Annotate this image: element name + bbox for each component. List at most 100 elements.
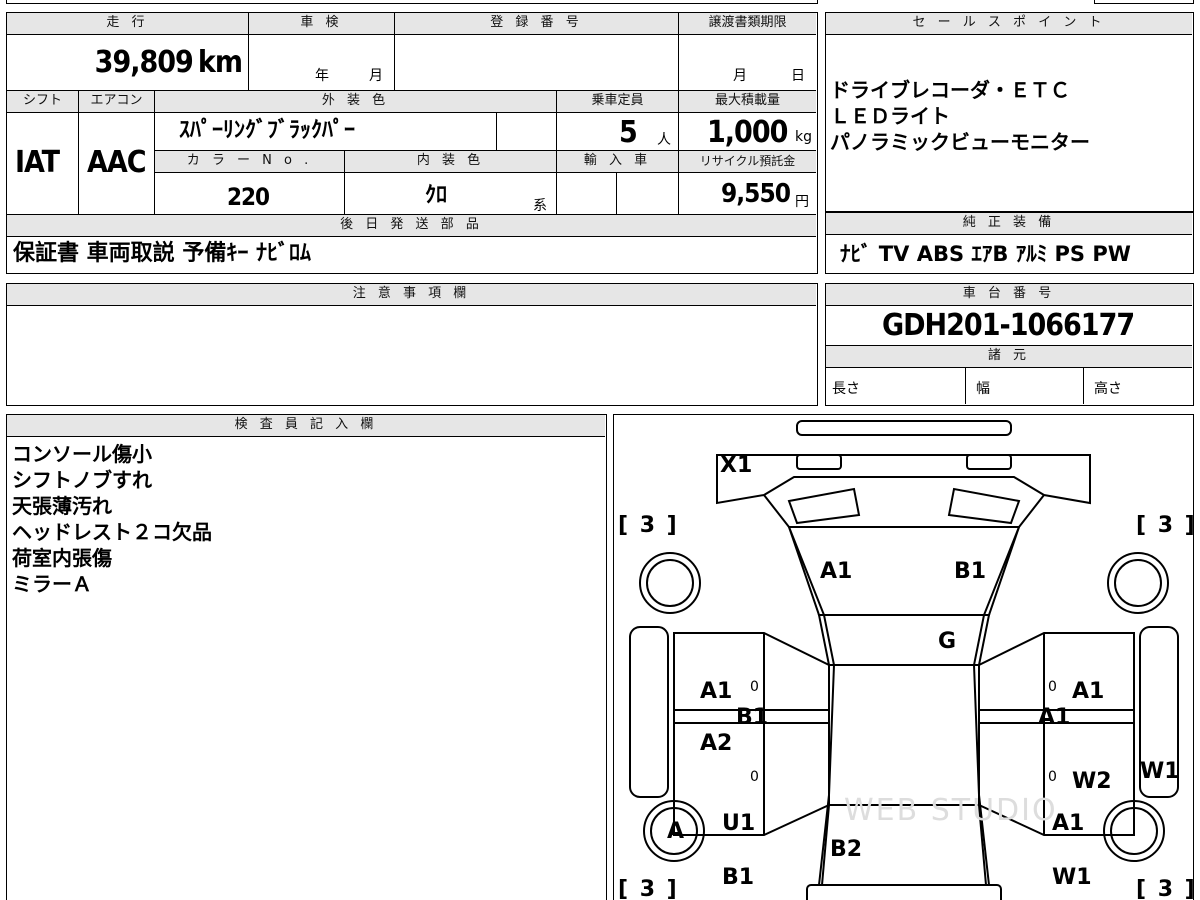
interior-color-header: 内 装 色 [345, 151, 557, 173]
wheel-front-left-inner [646, 559, 694, 607]
mileage-value: 39,809 [94, 45, 194, 80]
genuine-header: 純 正 装 備 [826, 213, 1192, 235]
left-side-shape [673, 632, 830, 836]
later-parts-value: 保証書 車両取説 予備ｷｰ ﾅﾋﾞﾛﾑ [13, 241, 311, 266]
max-load-value: 1,000 [707, 115, 788, 150]
deadline-month-unit: 月 [733, 68, 747, 84]
front-bumper-shape [716, 454, 1091, 505]
rear-bumper-shape [806, 884, 1002, 900]
shift-value-cell: IAT [7, 113, 79, 215]
spec-width-label: 幅 [976, 381, 990, 397]
inspection-value-cell: 年 月 [249, 35, 395, 91]
diagram-bracket-bottom-right: [ 3 ] [1136, 877, 1194, 900]
exterior-color-extra-cell [497, 113, 557, 151]
diagram-pillar-mark: 0 [1048, 679, 1057, 695]
diagram-watermark: WEB STUDIO [844, 793, 1058, 828]
exterior-color-value-cell: ｽﾊﾟｰﾘﾝｸﾞﾌﾞﾗｯｸﾊﾟｰ [155, 113, 497, 151]
diagram-label-right-side: W1 [1140, 759, 1180, 784]
roof-shape [828, 664, 980, 806]
inspector-note: ミラーＡ [12, 572, 92, 596]
headlight-left-shape [796, 454, 842, 470]
recycle-unit: 円 [795, 194, 809, 210]
interior-color-value: ｸﾛ [425, 183, 448, 208]
aircon-value: AAC [87, 145, 147, 180]
diagram-label-x1: X1 [720, 453, 753, 478]
recycle-value: 9,550 [721, 179, 791, 209]
import-header: 輸 入 車 [557, 151, 679, 173]
inspection-month-unit: 月 [369, 68, 383, 84]
spec-height-cell: 高さ [1084, 368, 1192, 404]
genuine-value: ﾅﾋﾞ TV ABS ｴｱB ｱﾙﾐ PS PW [840, 242, 1131, 266]
diagram-bracket-top-left: [ 3 ] [618, 513, 679, 538]
diagram-label-right-rear: W2 [1072, 769, 1112, 794]
diagram-label-rear-center: B2 [830, 837, 863, 862]
capacity-value: 5 [619, 115, 638, 150]
spec-width-cell: 幅 [966, 368, 1084, 404]
specs-header: 諸 元 [826, 346, 1192, 368]
diagram-label-hood-left: A1 [820, 559, 853, 584]
diagram-label-left-rear-u: U1 [722, 811, 756, 836]
diagram-label-right-rear-w: W1 [1052, 865, 1092, 890]
spec-table: 走 行 車 検 登 録 番 号 譲渡書類期限 39,809 km 年 月 月 日… [6, 12, 818, 274]
recycle-value-cell: 9,550 円 [679, 173, 816, 215]
notes-header: 注 意 事 項 欄 [7, 284, 816, 306]
left-skirt-shape [629, 626, 669, 798]
chassis-value: GDH201-1066177 [882, 308, 1135, 343]
inspector-note: ヘッドレスト２コ欠品 [12, 520, 212, 544]
sales-point-header: セ ー ル ス ポ イ ン ト [826, 13, 1192, 35]
wheel-front-right-shape [1107, 552, 1169, 614]
shift-header: シフト [7, 91, 79, 113]
diagram-bracket-bottom-left: [ 3 ] [618, 877, 679, 900]
max-load-value-cell: 1,000 kg [679, 113, 816, 151]
diagram-pillar-mark: 0 [1048, 769, 1057, 785]
wheel-front-left-shape [639, 552, 701, 614]
diagram-pillar-mark: 0 [750, 769, 759, 785]
max-load-unit: kg [795, 129, 812, 145]
diagram-label-left-wheel: A [667, 819, 685, 844]
capacity-value-cell: 5 人 [557, 113, 679, 151]
mileage-header: 走 行 [7, 13, 249, 35]
later-parts-value-cell: 保証書 車両取説 予備ｷｰ ﾅﾋﾞﾛﾑ [7, 237, 816, 272]
diagram-label-left-rear-b: B1 [722, 865, 755, 890]
mileage-unit: km [197, 45, 243, 80]
capacity-header: 乗車定員 [557, 91, 679, 113]
chassis-header: 車 台 番 号 [826, 284, 1192, 306]
sales-point-box: セ ー ル ス ポ イ ン ト ドライブレコーダ・ＥＴＣ ＬＥＤライト パノラミ… [825, 12, 1194, 212]
diagram-label-right-front-a: A1 [1072, 679, 1105, 704]
diagram-label-right-front-b: A1 [1038, 705, 1071, 730]
genuine-equipment-box: 純 正 装 備 ﾅﾋﾞ TV ABS ｴｱB ｱﾙﾐ PS PW [825, 212, 1194, 274]
wheel-front-right-inner [1114, 559, 1162, 607]
spec-length-label: 長さ [832, 381, 860, 397]
color-no-value-cell: 220 [155, 173, 345, 215]
sales-point-item: ドライブレコーダ・ＥＴＣ [830, 78, 1070, 102]
diagram-label-left-rear: A2 [700, 731, 733, 756]
grille-left-shape [787, 487, 861, 525]
mileage-value-cell: 39,809 km [7, 35, 249, 91]
color-no-value: 220 [227, 183, 270, 211]
inspector-header: 検 査 員 記 入 欄 [7, 415, 605, 437]
inspector-note: 天張薄汚れ [12, 494, 112, 518]
transfer-deadline-value-cell: 月 日 [679, 35, 816, 91]
diagram-label-windshield: G [938, 629, 957, 654]
chassis-box: 車 台 番 号 GDH201-1066177 諸 元 長さ 幅 高さ [825, 283, 1194, 406]
grille-right-shape [947, 487, 1021, 525]
exterior-color-header: 外 装 色 [155, 91, 557, 113]
inspector-note: コンソール傷小 [12, 442, 152, 466]
chassis-value-cell: GDH201-1066177 [826, 306, 1192, 346]
notes-box: 注 意 事 項 欄 [6, 283, 818, 406]
registration-value-cell [395, 35, 679, 91]
top-strip-right [1094, 0, 1194, 4]
diagram-bracket-top-right: [ 3 ] [1136, 513, 1194, 538]
import-value-cell-b [617, 173, 679, 215]
inspector-note: 荷室内張傷 [12, 546, 112, 570]
spec-height-label: 高さ [1094, 381, 1122, 397]
sales-point-item: ＬＥＤライト [830, 104, 950, 128]
import-value-cell-a [557, 173, 617, 215]
aircon-header: エアコン [79, 91, 155, 113]
recycle-header: リサイクル預託金 [679, 151, 816, 173]
roof-rail-shape [796, 420, 1012, 436]
exterior-color-value: ｽﾊﾟｰﾘﾝｸﾞﾌﾞﾗｯｸﾊﾟｰ [179, 118, 356, 143]
aircon-value-cell: AAC [79, 113, 155, 215]
car-diagram-box: X1 [ 3 ] [ 3 ] [ 3 ] [ 3 ] A1 B1 G A1 B1… [613, 414, 1194, 900]
registration-header: 登 録 番 号 [395, 13, 679, 35]
